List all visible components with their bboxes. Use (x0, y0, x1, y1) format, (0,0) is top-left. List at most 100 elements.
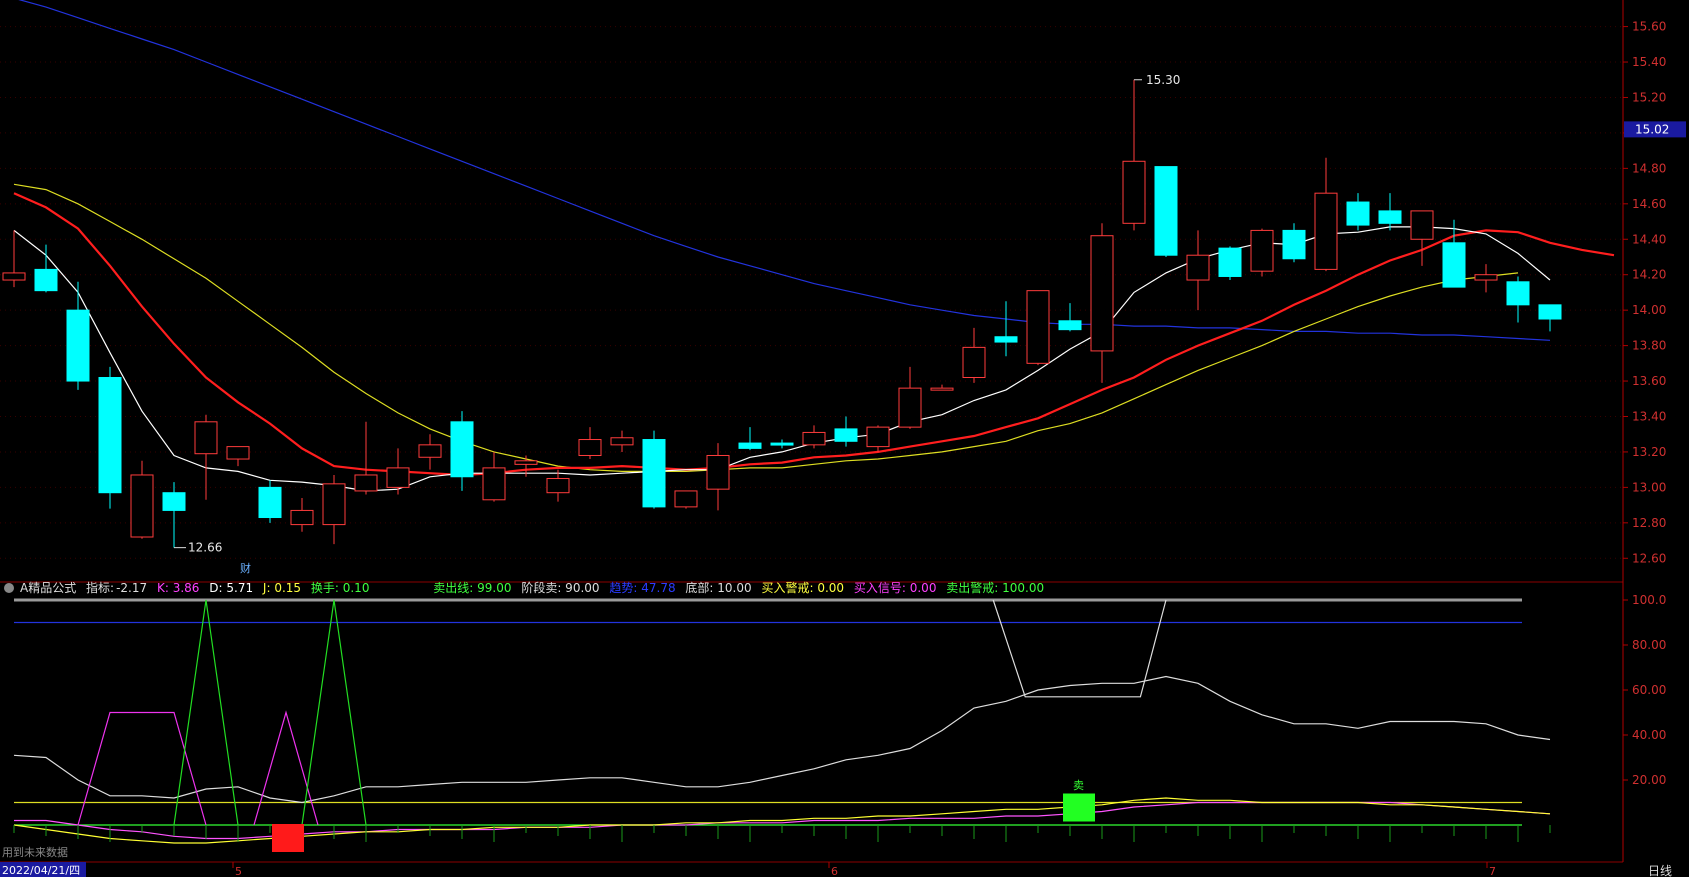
candle-up (226, 446, 250, 460)
candle-down (98, 377, 122, 494)
j-line (13, 797, 1551, 844)
candle-up (674, 490, 698, 508)
candle-down (1282, 229, 1306, 260)
date-label: 2022/04/21/四 (2, 864, 80, 877)
candle-up (1122, 160, 1146, 224)
kline-chart[interactable]: 15.6015.4015.2015.0014.8014.6014.4014.20… (0, 0, 1689, 877)
candle-up (194, 421, 218, 455)
candle-down (1346, 201, 1370, 226)
candle-down (34, 268, 58, 292)
candle-up (578, 439, 602, 456)
ind-tick-label: 80.00 (1632, 638, 1666, 652)
price-tick-label: 13.20 (1632, 445, 1666, 459)
ma20-line (13, 183, 1519, 472)
collapse-icon[interactable] (4, 583, 14, 593)
buy-block (272, 824, 304, 852)
price-tick-label: 14.40 (1632, 232, 1666, 246)
price-tick-label: 15.60 (1632, 20, 1666, 34)
maichuxian-value: 卖出线: 99.00 (433, 581, 512, 595)
candle-down (1442, 242, 1466, 288)
candle-up (322, 483, 346, 526)
candle-up (610, 437, 634, 446)
candle-down (1218, 247, 1242, 277)
candle-up (1186, 254, 1210, 281)
month-label: 5 (235, 865, 242, 877)
month-label: 6 (831, 865, 838, 877)
candle-up (418, 444, 442, 458)
ind-tick-label: 40.00 (1632, 728, 1666, 742)
candle-up (802, 431, 826, 446)
candle-up (1314, 192, 1338, 270)
zhibiao-value: -2.17 (116, 581, 148, 595)
price-tick-label: 15.40 (1632, 55, 1666, 69)
ind-tick-label: 100.0 (1632, 593, 1666, 607)
candle-down (642, 439, 666, 508)
ind-tick-label: 20.00 (1632, 773, 1666, 787)
candle-up (290, 509, 314, 526)
low-annotation: 12.66 (188, 541, 222, 555)
zhibiao-label: 指标: (86, 581, 115, 595)
d-value: D: 5.71 (209, 581, 254, 595)
candle-down (1058, 320, 1082, 331)
candle-down (162, 492, 186, 511)
huanshou-value: 换手: 0.10 (310, 581, 370, 595)
ma60-line (18, 0, 1551, 341)
trend-line (13, 675, 1551, 804)
qushi-value: 趋势: 47.78 (609, 581, 676, 595)
candle-up (354, 474, 378, 492)
future-data-note: 用到未来数据 (2, 845, 68, 859)
current-price-label: 15.02 (1635, 122, 1669, 136)
huanshou-line (173, 599, 239, 826)
buy-signal-line (253, 710, 319, 826)
candle-up (386, 467, 410, 488)
price-tick-label: 15.20 (1632, 90, 1666, 104)
price-tick-label: 12.60 (1632, 551, 1666, 565)
month-label: 7 (1489, 865, 1496, 877)
candle-up (546, 478, 570, 494)
candle-up (1090, 235, 1114, 352)
candle-up (898, 387, 922, 428)
huanshou-line (301, 599, 367, 826)
candle-up (1250, 229, 1274, 272)
period-label: 日线 (1648, 864, 1672, 877)
candle-up (930, 387, 954, 391)
price-tick-label: 13.60 (1632, 374, 1666, 388)
jieduanmai-value: 阶段卖: 90.00 (521, 581, 600, 595)
candle-down (738, 442, 762, 449)
candle-down (1506, 281, 1530, 306)
candle-up (514, 460, 538, 465)
price-tick-label: 13.40 (1632, 409, 1666, 423)
mairu-xinhao-value: 买入信号: 0.00 (853, 581, 937, 595)
price-tick-label: 14.80 (1632, 161, 1666, 175)
candle-down (1154, 166, 1178, 256)
candle-down (1538, 304, 1562, 320)
dibu-value: 底部: 10.00 (685, 581, 752, 595)
indicator-info-bar: A精品公式 指标: -2.17 K: 3.86 D: 5.71 J: 0.15 换… (0, 578, 1630, 598)
candle-up (1026, 290, 1050, 364)
candle-down (994, 336, 1018, 343)
candle-down (770, 442, 794, 446)
candle-up (866, 426, 890, 448)
ind-tick-label: 60.00 (1632, 683, 1666, 697)
candle-up (482, 467, 506, 501)
k-value: K: 3.86 (156, 581, 200, 595)
candle-up (2, 272, 26, 281)
candle-up (1474, 274, 1498, 281)
mairu-jingjie-value: 买入警戒: 0.00 (761, 581, 845, 595)
price-tick-label: 14.20 (1632, 268, 1666, 282)
sell-block (1063, 793, 1095, 822)
price-tick-label: 14.00 (1632, 303, 1666, 317)
indicator-name[interactable]: A精品公式 (20, 581, 76, 595)
high-annotation: 15.30 (1146, 73, 1180, 87)
price-tick-label: 13.00 (1632, 480, 1666, 494)
candle-down (66, 309, 90, 382)
candle-up (706, 454, 730, 490)
candle-down (834, 428, 858, 442)
sell-mark: 卖 (1073, 779, 1084, 792)
candle-down (450, 421, 474, 478)
price-tick-label: 13.80 (1632, 339, 1666, 353)
buy-signal-line (77, 711, 207, 826)
cai-marker: 财 (240, 561, 251, 575)
candle-down (1378, 210, 1402, 224)
maichu-jingjie-value: 卖出警戒: 100.00 (946, 581, 1045, 595)
